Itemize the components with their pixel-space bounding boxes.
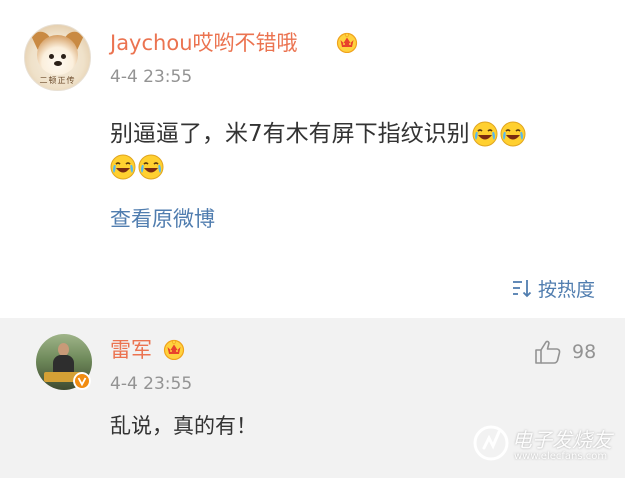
laugh-cry-emoji-icon (110, 154, 136, 180)
post-author-avatar[interactable]: 二顿正传 (24, 24, 91, 91)
thumbs-up-icon (535, 340, 561, 364)
avatar-dog-eye (49, 54, 54, 59)
avatar-caption: 二顿正传 (39, 76, 76, 85)
weibo-comment-screen: 二顿正传 Jaychou哎哟不错哦 4-4 23:55 别逼逼了，米7有木有屏下… (0, 0, 625, 478)
post-body-text: 别逼逼了，米7有木有屏下指纹识别 (110, 121, 470, 147)
reply-text: 乱说，真的有！ (110, 414, 257, 438)
watermark-url: www.elecfans.com (514, 451, 608, 462)
vip-crown-icon (163, 339, 185, 360)
like-button[interactable]: 98 (534, 338, 596, 366)
post-timestamp: 4-4 23:55 (110, 67, 193, 87)
reply-timestamp: 4-4 23:55 (110, 374, 193, 394)
avatar-dog-face (37, 35, 78, 75)
post-body: 别逼逼了，米7有木有屏下指纹识别 (110, 118, 605, 184)
watermark-logo-icon (473, 425, 509, 461)
sort-label: 按热度 (537, 278, 595, 301)
watermark-title: 电子发烧友 (512, 428, 612, 452)
avatar-dog-eye (61, 54, 66, 59)
site-watermark: 电子发烧友 www.elecfans.com (472, 418, 622, 474)
post-card: 二顿正传 Jaychou哎哟不错哦 4-4 23:55 别逼逼了，米7有木有屏下… (0, 0, 625, 316)
verified-badge-icon (73, 372, 91, 390)
sort-by-hot-button[interactable]: 按热度 (512, 275, 595, 301)
laugh-cry-emoji-icon (500, 121, 526, 147)
post-author-name[interactable]: Jaychou哎哟不错哦 (110, 30, 298, 56)
sort-icon (512, 280, 532, 298)
vip-crown-icon (336, 32, 358, 53)
reply-card: 雷军 4-4 23:55 乱说，真的有！ 98 电子发烧友 www.elecfa… (0, 318, 625, 478)
view-original-link[interactable]: 查看原微博 (110, 206, 215, 232)
like-count: 98 (572, 341, 597, 363)
avatar-dog-nose (54, 61, 62, 66)
reply-author-name[interactable]: 雷军 (110, 337, 152, 363)
laugh-cry-emoji-icon (138, 154, 164, 180)
laugh-cry-emoji-icon (472, 121, 498, 147)
